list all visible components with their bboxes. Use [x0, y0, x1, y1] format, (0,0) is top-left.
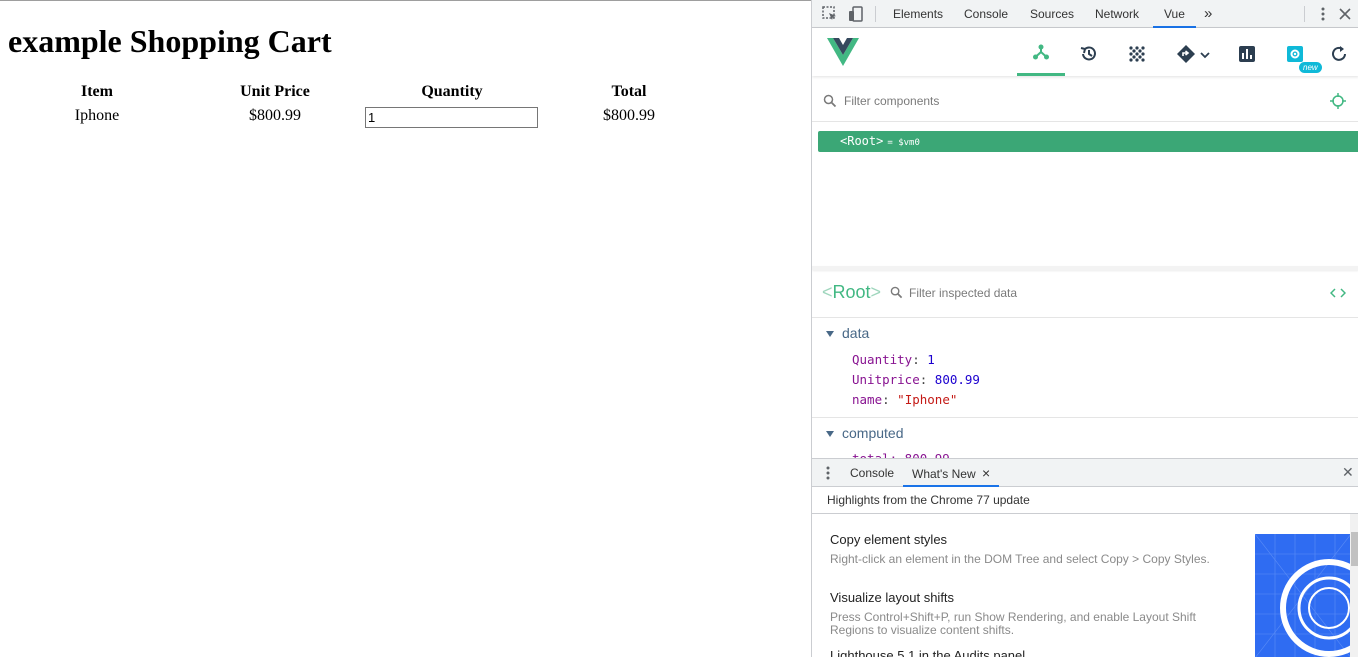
inspect-element-icon[interactable]	[821, 5, 839, 23]
vuex-icon	[1128, 45, 1146, 68]
components-icon	[1032, 43, 1050, 66]
inspector-header: <Root> Filter inspected data	[812, 270, 1358, 318]
data-prop-row[interactable]: Unitprice: 800.99	[852, 372, 980, 387]
tab-console[interactable]: Console	[964, 0, 1008, 28]
performance-button[interactable]	[1223, 36, 1271, 76]
router-button[interactable]	[1168, 36, 1218, 76]
refresh-icon	[1330, 45, 1348, 68]
code-icon[interactable]	[1329, 286, 1347, 304]
router-icon	[1176, 44, 1196, 69]
tab-vue[interactable]: Vue	[1153, 0, 1196, 28]
whats-new-item-title[interactable]: Copy element styles	[830, 532, 947, 547]
device-toggle-icon[interactable]	[847, 5, 865, 23]
tab-elements[interactable]: Elements	[893, 0, 943, 28]
quantity-input[interactable]	[365, 107, 538, 128]
refresh-button[interactable]	[1319, 36, 1358, 76]
cell-total: $800.99	[603, 107, 655, 124]
drawer-tab-whats-new[interactable]: What's New ×	[903, 459, 1000, 487]
whats-new-item-desc: Press Control+Shift+P, run Show Renderin…	[830, 610, 1197, 637]
filter-components-bar: Filter components	[812, 82, 1358, 122]
tab-network[interactable]: Network	[1095, 0, 1139, 28]
vue-toolbar: new	[812, 28, 1358, 76]
expand-triangle-icon	[826, 331, 834, 338]
header-item: Item	[81, 83, 113, 100]
close-devtools-icon[interactable]	[1336, 5, 1354, 23]
cell-item: Iphone	[74, 107, 120, 124]
web-page: example Shopping Cart Item Unit Price Qu…	[0, 0, 811, 657]
performance-icon	[1238, 45, 1256, 68]
more-tabs-icon[interactable]: »	[1204, 0, 1212, 28]
section-divider	[812, 417, 1358, 418]
search-icon	[890, 286, 903, 304]
chevron-down-icon	[1200, 47, 1210, 65]
root-close-bracket: >	[876, 134, 884, 148]
data-prop-row[interactable]: Quantity: 1	[852, 352, 935, 367]
search-icon	[823, 94, 837, 113]
computed-section-toggle[interactable]: computed	[826, 425, 903, 441]
whats-new-subheading: Highlights from the Chrome 77 update	[812, 487, 1358, 514]
header-quantity: Quantity	[421, 83, 483, 100]
filter-components-input[interactable]: Filter components	[844, 94, 939, 108]
toolbar-separator	[1304, 6, 1305, 22]
filter-inspected-input[interactable]: Filter inspected data	[909, 286, 1017, 300]
devtools-panel: Elements Console Sources Network Vue » n…	[811, 0, 1358, 657]
vue-logo-icon	[827, 38, 859, 71]
drawer-menu-icon[interactable]	[821, 464, 835, 487]
drawer-tabbar: Console What's New × ✕	[812, 459, 1358, 487]
data-section-toggle[interactable]: data	[826, 325, 869, 341]
drawer-tab-console[interactable]: Console	[850, 459, 894, 487]
vuex-button[interactable]	[1113, 36, 1161, 76]
whats-new-item-desc: Right-click an element in the DOM Tree a…	[830, 552, 1210, 566]
whats-new-item-title[interactable]: Lighthouse 5.1 in the Audits panel	[830, 648, 1025, 657]
kebab-menu-icon[interactable]	[1314, 5, 1332, 23]
root-component-name: Root	[847, 134, 877, 148]
tab-sources[interactable]: Sources	[1030, 0, 1074, 28]
components-button[interactable]	[1017, 36, 1065, 76]
component-tree-root[interactable]: <Root> = $vm0	[818, 131, 1358, 152]
devtools-tabbar: Elements Console Sources Network Vue »	[812, 0, 1358, 28]
inspected-component-title: <Root>	[822, 282, 882, 302]
data-prop-row[interactable]: name: "Iphone"	[852, 392, 957, 407]
expand-triangle-icon	[826, 431, 834, 438]
close-tab-icon[interactable]: ×	[982, 465, 990, 481]
devtools-drawer: Console What's New × ✕ Highlights from t…	[812, 458, 1358, 657]
header-total: Total	[611, 83, 647, 100]
scrollbar-thumb[interactable]	[1351, 532, 1358, 566]
whats-new-item-title[interactable]: Visualize layout shifts	[830, 590, 954, 605]
target-select-icon[interactable]	[1330, 93, 1346, 114]
toolbar-separator	[875, 6, 876, 22]
page-title: example Shopping Cart	[8, 23, 332, 59]
chrome-77-illustration	[1255, 534, 1351, 657]
root-vm-label: = $vm0	[887, 138, 920, 148]
settings-button[interactable]: new	[1271, 36, 1322, 76]
close-drawer-icon[interactable]: ✕	[1342, 464, 1354, 481]
history-button[interactable]	[1065, 36, 1113, 76]
header-unit-price: Unit Price	[240, 83, 310, 100]
cell-unit-price: $800.99	[249, 107, 301, 124]
drawer-scrollbar[interactable]	[1350, 514, 1358, 657]
history-icon	[1079, 44, 1099, 69]
